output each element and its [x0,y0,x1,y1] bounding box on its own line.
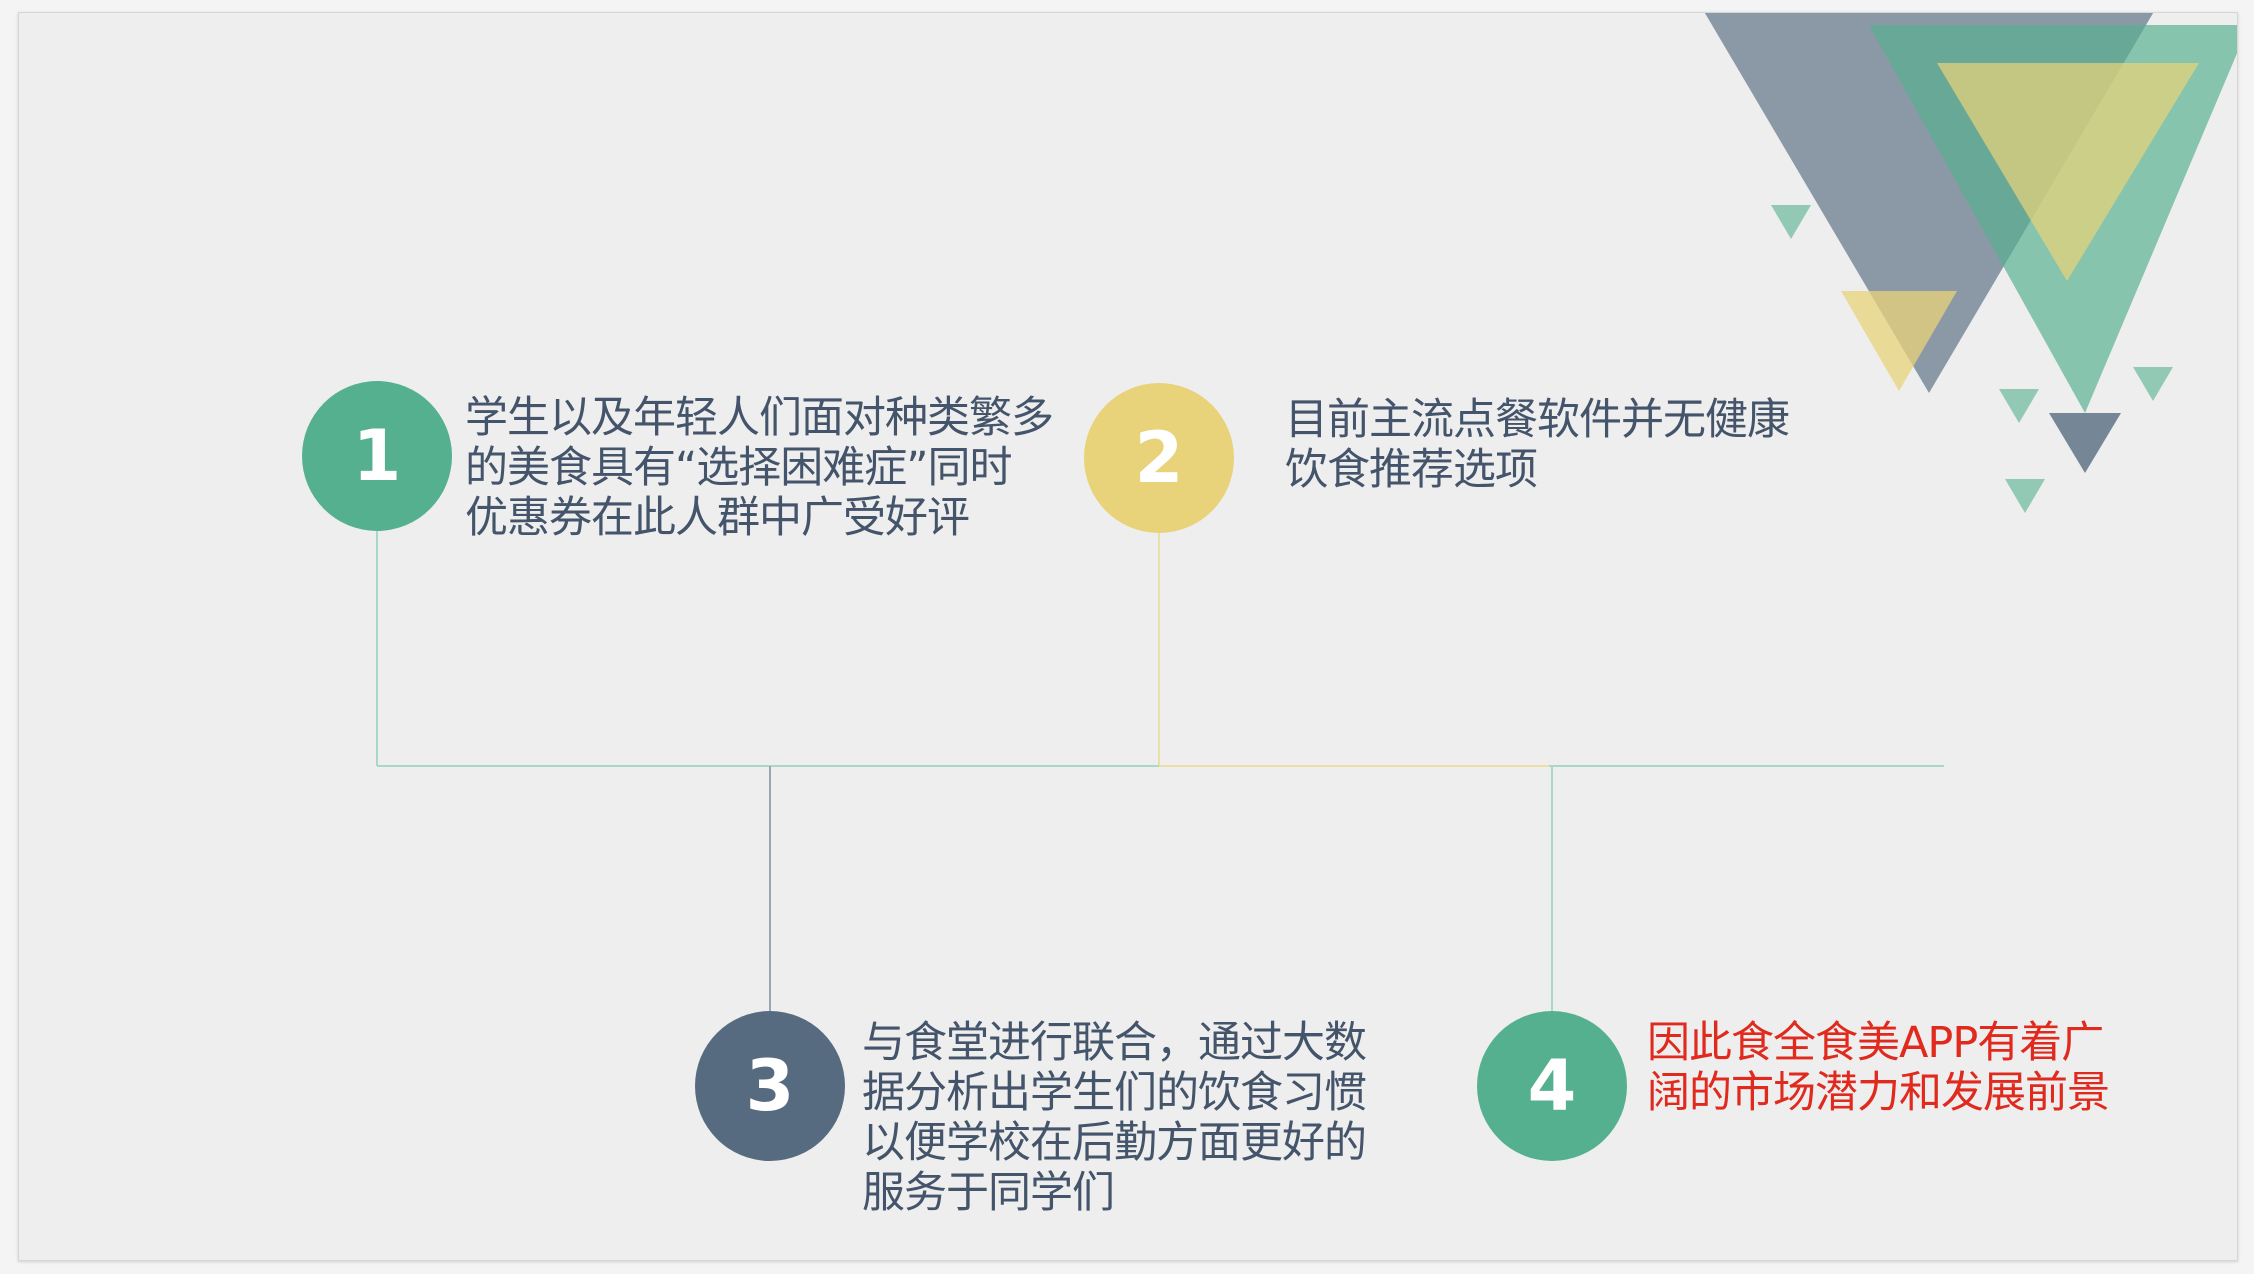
step-1-number: 1 [352,415,402,497]
step-2-circle: 2 [1084,383,1234,533]
step-3-circle: 3 [695,1011,845,1161]
slide: 1 学生以及年轻人们面对种类繁多 的美食具有“选择困难症”同时 优惠券在此人群中… [18,12,2238,1261]
step-3-text: 与食堂进行联合，通过大数 据分析出学生们的饮食习惯 以便学校在后勤方面更好的 服… [862,1018,1367,1218]
step-4-text: 因此食全食美APP有着广 阔的市场潜力和发展前景 [1647,1018,2110,1118]
step-2-text: 目前主流点餐软件并无健康 饮食推荐选项 [1285,395,1790,495]
step-1-circle: 1 [302,381,452,531]
step-4-circle: 4 [1477,1011,1627,1161]
step-2-number: 2 [1134,417,1184,499]
step-4-number: 4 [1527,1045,1577,1127]
step-1-text: 学生以及年轻人们面对种类繁多 的美食具有“选择困难症”同时 优惠券在此人群中广受… [465,393,1054,543]
step-3-number: 3 [745,1045,795,1127]
